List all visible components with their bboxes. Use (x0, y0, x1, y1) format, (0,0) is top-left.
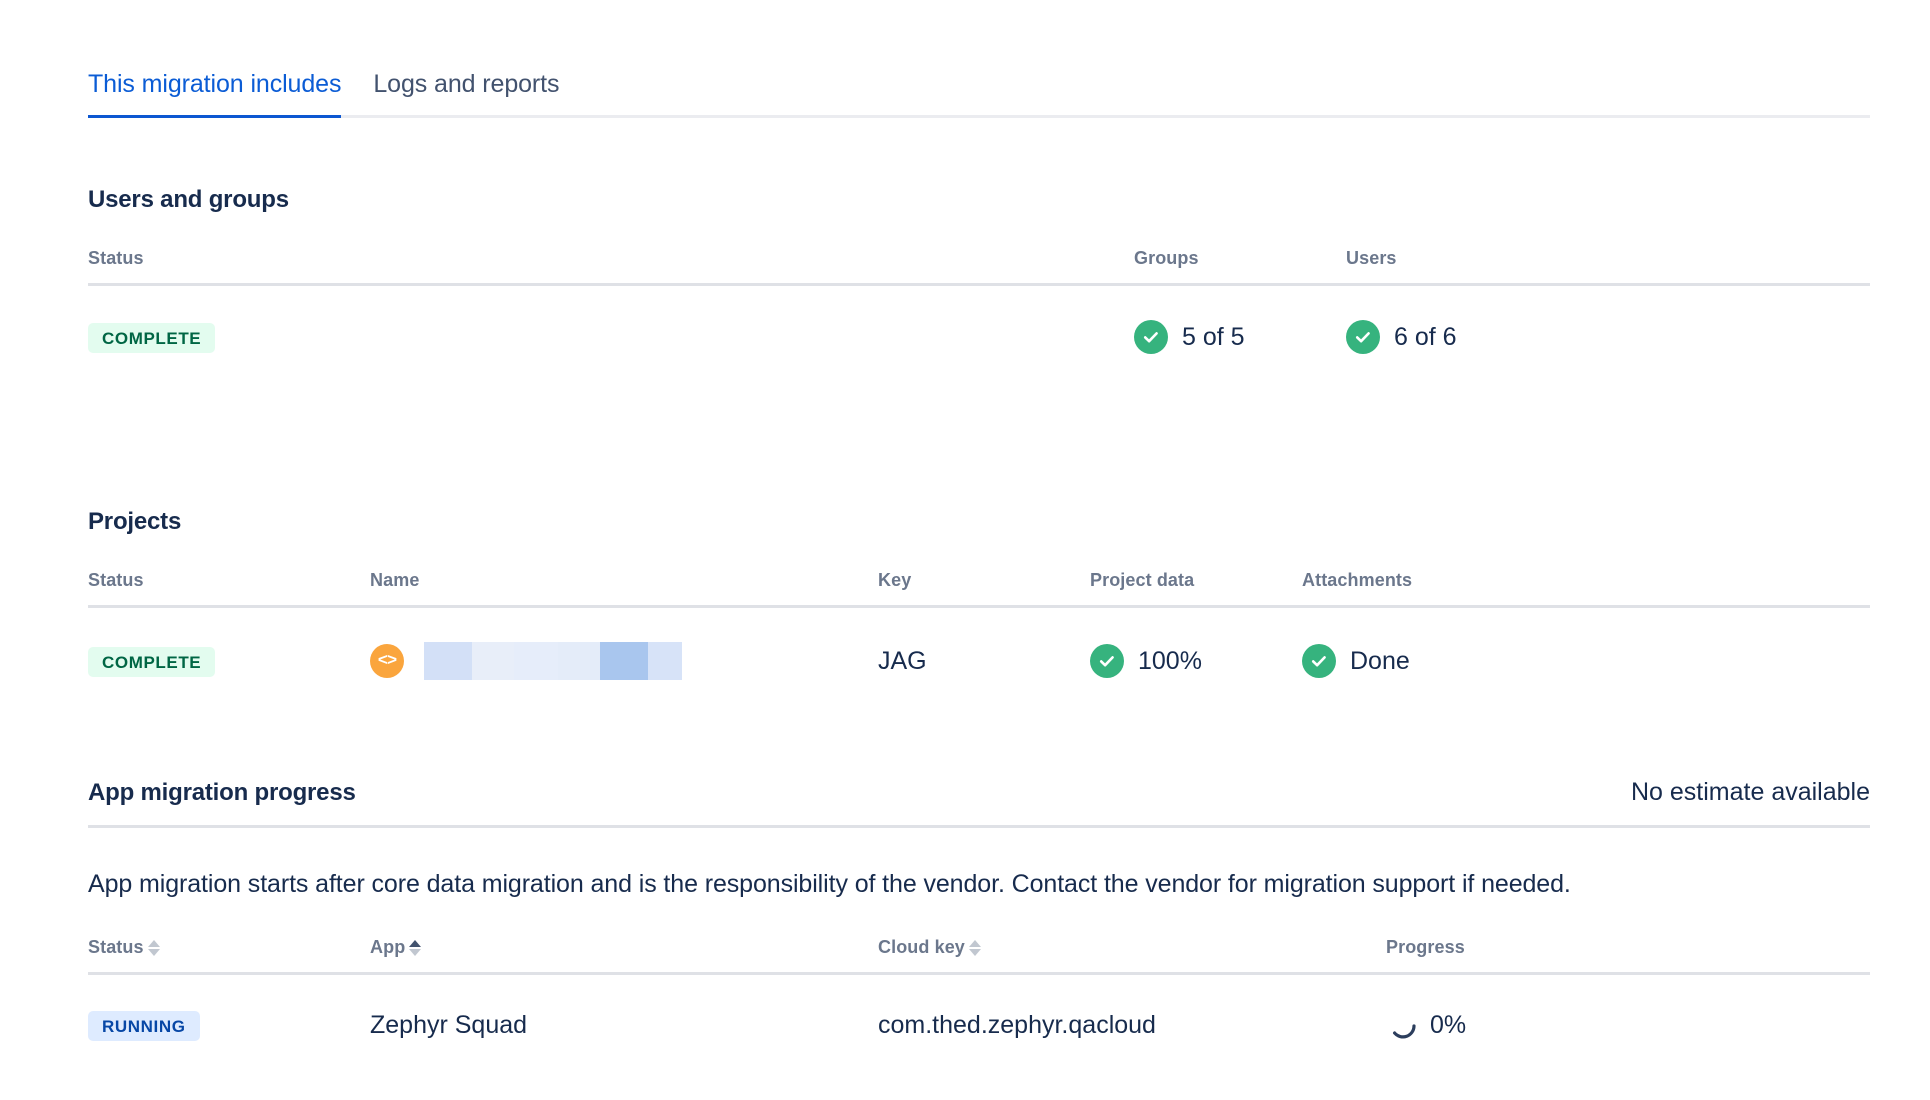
cell-key: JAG (878, 607, 1090, 681)
column-header-progress: Progress (1386, 937, 1870, 974)
cell-progress: 0% (1386, 973, 1870, 1043)
cell-cloud-key: com.thed.zephyr.qacloud (878, 973, 1386, 1043)
cell-status: RUNNING (88, 973, 370, 1043)
tab-logs-and-reports[interactable]: Logs and reports (373, 70, 559, 115)
column-header-attachments: Attachments (1302, 570, 1870, 607)
app-migration-estimate: No estimate available (1631, 778, 1870, 807)
column-header-name: Name (370, 570, 878, 607)
app-migration-header: App migration progress No estimate avail… (88, 778, 1870, 807)
cell-attachments: Done (1302, 607, 1870, 681)
redacted-block (648, 642, 682, 680)
cell-app-name: Zephyr Squad (370, 973, 878, 1043)
project-data-value: 100% (1138, 647, 1202, 676)
column-header-status[interactable]: Status (88, 937, 370, 974)
status-badge: COMPLETE (88, 323, 215, 353)
column-header-spacer (934, 248, 1134, 285)
column-header-project-data: Project data (1090, 570, 1302, 607)
check-circle-icon (1302, 644, 1336, 678)
column-header-groups: Groups (1134, 248, 1346, 285)
users-count: 6 of 6 (1394, 323, 1457, 352)
redacted-block (558, 642, 600, 680)
sort-ascending-icon[interactable] (409, 940, 421, 956)
redacted-block (424, 642, 472, 680)
code-brackets-icon: <> (370, 644, 404, 678)
cell-project-data: 100% (1090, 607, 1302, 681)
status-badge: COMPLETE (88, 647, 215, 677)
table-header-row: Status Groups Users (88, 248, 1870, 285)
column-header-key: Key (878, 570, 1090, 607)
app-migration-table: Status App Cloud key (88, 937, 1870, 1043)
sort-icon[interactable] (148, 940, 160, 956)
tab-bar: This migration includes Logs and reports (88, 70, 1870, 118)
project-name-redacted (424, 642, 682, 680)
column-header-app[interactable]: App (370, 937, 878, 974)
groups-count: 5 of 5 (1182, 323, 1245, 352)
redacted-block (514, 642, 558, 680)
column-header-label: App (370, 937, 405, 958)
spinner-icon (1386, 1009, 1420, 1043)
cell-status: COMPLETE (88, 285, 934, 355)
cell-status: COMPLETE (88, 607, 370, 681)
table-header-row: Status App Cloud key (88, 937, 1870, 974)
sort-icon[interactable] (969, 940, 981, 956)
tab-this-migration-includes[interactable]: This migration includes (88, 70, 341, 115)
check-circle-icon (1134, 320, 1168, 354)
app-migration-progress-section: App migration progress No estimate avail… (88, 778, 1870, 1043)
tab-label: This migration includes (88, 70, 341, 98)
column-header-users: Users (1346, 248, 1870, 285)
users-and-groups-table: Status Groups Users COMPLETE (88, 248, 1870, 354)
column-header-cloud-key[interactable]: Cloud key (878, 937, 1386, 974)
progress-value: 0% (1430, 1011, 1466, 1040)
status-badge: RUNNING (88, 1011, 200, 1041)
users-and-groups-section: Users and groups Status Groups Users (88, 186, 1870, 354)
table-row: RUNNING Zephyr Squad com.thed.zephyr.qac… (88, 973, 1870, 1043)
redacted-block (472, 642, 514, 680)
table-header-row: Status Name Key Project data Attachments (88, 570, 1870, 607)
cell-name: <> (370, 607, 878, 681)
column-header-status: Status (88, 570, 370, 607)
table-row: COMPLETE 5 of 5 (88, 285, 1870, 355)
table-row: COMPLETE <> JAG (88, 607, 1870, 681)
app-migration-description: App migration starts after core data mig… (88, 868, 1870, 901)
cell-users: 6 of 6 (1346, 285, 1870, 355)
projects-table: Status Name Key Project data Attachments… (88, 570, 1870, 680)
column-header-label: Cloud key (878, 937, 965, 958)
projects-title: Projects (88, 508, 1870, 536)
check-circle-icon (1346, 320, 1380, 354)
check-circle-icon (1090, 644, 1124, 678)
users-and-groups-title: Users and groups (88, 186, 1870, 214)
migration-details-page: This migration includes Logs and reports… (0, 0, 1930, 1100)
tab-label: Logs and reports (373, 70, 559, 98)
column-header-status: Status (88, 248, 934, 285)
attachments-value: Done (1350, 647, 1410, 676)
app-migration-title: App migration progress (88, 779, 356, 807)
section-divider (88, 825, 1870, 828)
redacted-block (600, 642, 648, 680)
column-header-label: Status (88, 937, 144, 958)
projects-section: Projects Status Name Key Project data At… (88, 508, 1870, 680)
cell-groups: 5 of 5 (1134, 285, 1346, 355)
cell-spacer (934, 285, 1134, 355)
